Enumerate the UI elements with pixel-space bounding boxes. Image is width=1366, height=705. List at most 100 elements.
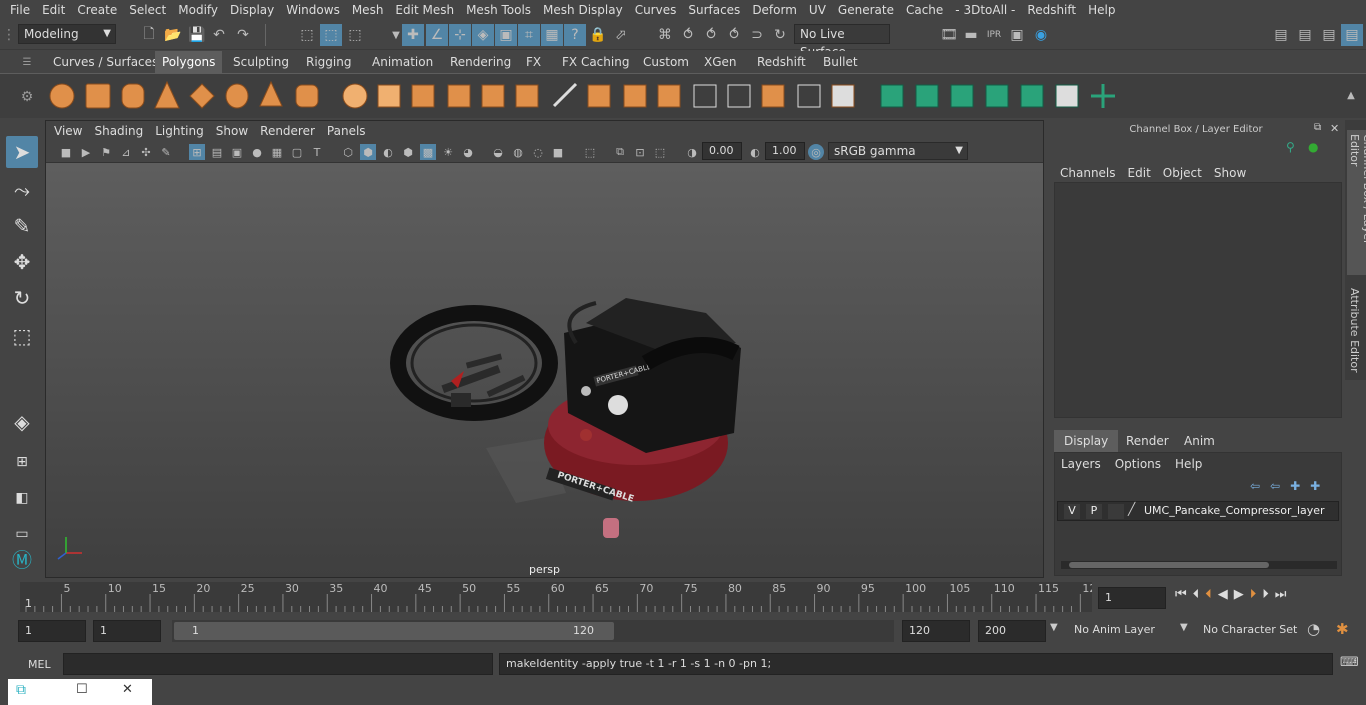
shelf-tab-curves-surfaces[interactable]: Curves / Surfaces — [46, 51, 165, 73]
menu-display[interactable]: Display — [224, 0, 280, 20]
gamma-field[interactable]: 1.00 — [765, 142, 805, 160]
lock-icon[interactable]: 🔒 — [587, 24, 609, 46]
shelf-tab-fx[interactable]: FX — [519, 51, 548, 73]
live-surface-icon[interactable]: ↻ — [769, 24, 791, 46]
shelf-tab-redshift[interactable]: Redshift — [750, 51, 813, 73]
move-tool-icon[interactable]: ✥ — [6, 246, 38, 278]
menu-create[interactable]: Create — [71, 0, 123, 20]
channel-manip-icon[interactable]: ⚲ — [1286, 140, 1295, 154]
wireframe-on-shaded-icon[interactable]: ⬢ — [400, 144, 416, 160]
image-plane-icon[interactable]: ⊿ — [118, 144, 134, 160]
layer-tools-icons[interactable]: ⇦⇦✚✚ — [1250, 479, 1330, 493]
scrollbar-thumb[interactable] — [1069, 562, 1269, 568]
channel-menu-channels[interactable]: Channels — [1060, 163, 1128, 183]
side-tab-attribute-editor[interactable]: Attribute Editor — [1348, 288, 1361, 373]
layer-color-icon[interactable]: ╱ — [1128, 502, 1135, 516]
menu-redshift[interactable]: Redshift — [1021, 0, 1082, 20]
snap-curve-icon[interactable]: ∠ — [426, 24, 448, 46]
menu-set-dropdown[interactable]: Modeling ▼ — [18, 24, 116, 44]
layer-menu-help[interactable]: Help — [1175, 457, 1216, 471]
step-back-frame-icon[interactable]: ⏴ — [1193, 587, 1200, 602]
layout-side-icon[interactable]: ◧ — [6, 482, 38, 514]
side-tab-channel-box[interactable]: Channel Box / Layer Editor — [1347, 130, 1366, 275]
gamma-icon[interactable]: ◐ — [747, 144, 763, 160]
maximize-icon[interactable]: ☐ — [76, 682, 88, 697]
wireframe-icon[interactable]: ⬡ — [340, 144, 356, 160]
default-lighting-icon[interactable]: ◐ — [380, 144, 396, 160]
viewport-menu-renderer[interactable]: Renderer — [254, 121, 321, 141]
shelf-settings-icon[interactable]: ⚙ — [16, 86, 38, 108]
viewport-menu-panels[interactable]: Panels — [321, 121, 372, 141]
time-slider[interactable]: 5 10 15 20 25 30 35 40 45 50 55 60 65 70 75 80 85 90 95 100… — [0, 580, 1366, 616]
lasso-multi-icon[interactable]: ⥀ — [723, 24, 745, 46]
safe-action-icon[interactable]: ▢ — [289, 144, 305, 160]
menu-generate[interactable]: Generate — [832, 0, 900, 20]
tool-settings-toggle-icon[interactable]: ▤ — [1318, 24, 1340, 46]
animation-preferences-icon[interactable]: ✱ — [1336, 620, 1349, 638]
menu-file[interactable]: File — [4, 0, 36, 20]
smooth-shade-icon[interactable]: ⬢ — [360, 144, 376, 160]
float-panel-icon[interactable]: ⧉ — [1314, 122, 1321, 133]
color-management-icon[interactable]: ◎ — [808, 144, 824, 160]
undo-icon[interactable]: ↶ — [208, 24, 230, 46]
grid-icon[interactable]: ⊞ — [189, 144, 205, 160]
shelf-tab-bullet[interactable]: Bullet — [816, 51, 865, 73]
exposure-icon[interactable]: ◑ — [684, 144, 700, 160]
channel-menu-edit[interactable]: Edit — [1128, 163, 1163, 183]
paint-select-tool-icon[interactable]: ✎ — [6, 210, 38, 242]
menu-curves[interactable]: Curves — [629, 0, 683, 20]
shelf-tab-fx-caching[interactable]: FX Caching — [555, 51, 636, 73]
layer-row[interactable]: V P ╱ UMC_Pancake_Compressor_layer — [1057, 501, 1339, 521]
shelf-tab-xgen[interactable]: XGen — [697, 51, 744, 73]
anim-layer-label[interactable]: No Anim Layer — [1074, 623, 1155, 636]
resolution-gate-icon[interactable]: ▣ — [229, 144, 245, 160]
multisample-icon[interactable]: ◌ — [530, 144, 546, 160]
shadows-icon[interactable]: ◕ — [460, 144, 476, 160]
attribute-editor-toggle-icon[interactable]: ▤ — [1294, 24, 1316, 46]
chevron-down-icon[interactable]: ▼ — [1180, 622, 1188, 633]
auto-key-icon[interactable]: ◔ — [1307, 620, 1320, 638]
play-forwards-icon[interactable]: ▶ — [1234, 587, 1244, 602]
screen-space-ao-icon[interactable]: ◒ — [490, 144, 506, 160]
isolate-select-icon[interactable]: ⬚ — [582, 144, 598, 160]
play-backwards-icon[interactable]: ◀ — [1218, 587, 1228, 602]
menu-3dtoall[interactable]: - 3DtoAll - — [949, 0, 1021, 20]
xray-icon[interactable]: ⧉ — [612, 144, 628, 160]
shelf-scroll-icon[interactable]: ▲ — [1340, 84, 1362, 106]
layout-single-icon[interactable]: ◈ — [6, 406, 38, 438]
bookmark-icon[interactable]: ⚑ — [98, 144, 114, 160]
script-language-label[interactable]: MEL — [28, 658, 51, 671]
shelf-tab-custom[interactable]: Custom — [636, 51, 696, 73]
layer-type-toggle[interactable] — [1108, 504, 1124, 519]
cursor-icon[interactable]: ⬀ — [610, 24, 632, 46]
use-all-lights-icon[interactable]: ☀ — [440, 144, 456, 160]
menu-surfaces[interactable]: Surfaces — [682, 0, 746, 20]
safe-title-icon[interactable]: T — [309, 144, 325, 160]
select-by-hierarchy-icon[interactable]: ⬚ — [296, 24, 318, 46]
grease-pencil-icon[interactable]: ✎ — [158, 144, 174, 160]
step-forward-frame-icon[interactable]: ⏵ — [1262, 587, 1269, 602]
viewport-menu-lighting[interactable]: Lighting — [149, 121, 210, 141]
lasso-icon[interactable]: ⥀ — [677, 24, 699, 46]
2d-pan-zoom-icon[interactable]: ✣ — [138, 144, 154, 160]
animation-start-field[interactable]: 1 — [18, 620, 86, 642]
menu-uv[interactable]: UV — [803, 0, 832, 20]
render-frame-icon[interactable]: ▬ — [960, 24, 982, 46]
command-input[interactable] — [63, 653, 493, 675]
motion-blur-icon[interactable]: ◍ — [510, 144, 526, 160]
snap-grid-icon[interactable]: ✚ — [402, 24, 424, 46]
menu-cache[interactable]: Cache — [900, 0, 949, 20]
step-back-key-icon[interactable]: ⏴ — [1205, 587, 1212, 602]
character-set-label[interactable]: No Character Set — [1203, 623, 1297, 636]
film-gate-icon[interactable]: ▤ — [209, 144, 225, 160]
depth-of-field-icon[interactable]: ■ — [550, 144, 566, 160]
script-editor-icon[interactable]: ⌨ — [1340, 655, 1359, 670]
save-scene-icon[interactable]: 💾 — [186, 24, 208, 46]
menu-select[interactable]: Select — [123, 0, 172, 20]
layer-scrollbar[interactable] — [1061, 561, 1337, 569]
layer-tab-render[interactable]: Render — [1116, 430, 1179, 452]
modeling-toolkit-icon[interactable]: ▤ — [1270, 24, 1292, 46]
shelf-tab-polygons[interactable]: Polygons — [155, 51, 223, 73]
view-transform-dropdown[interactable]: sRGB gamma ▼ — [828, 142, 968, 160]
go-to-start-icon[interactable]: ⏮ — [1175, 587, 1187, 602]
